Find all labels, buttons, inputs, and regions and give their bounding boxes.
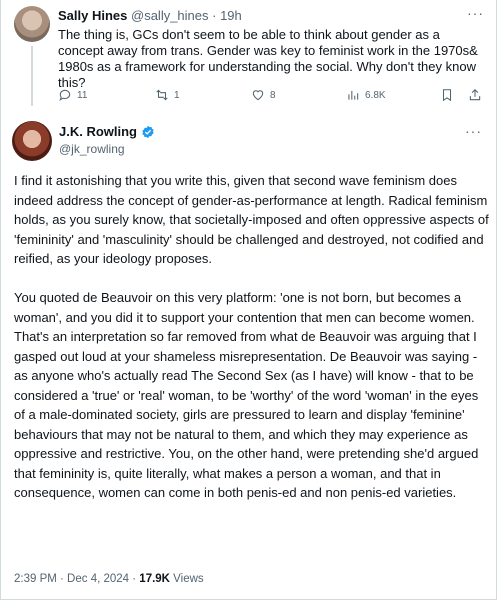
views-label: Views (169, 573, 204, 585)
tweet-thread: Sally Hines @sally_hines · 19h ··· The t… (0, 0, 497, 600)
bookmark-icon (442, 89, 452, 102)
parent-tweet[interactable]: Sally Hines @sally_hines · 19h ··· The t… (1, 0, 497, 112)
parent-tweet-header: Sally Hines @sally_hines · 19h (58, 8, 242, 23)
like-button[interactable]: 8 (251, 88, 276, 102)
avatar[interactable] (14, 6, 50, 42)
author-name-row: J.K. Rowling (59, 124, 155, 139)
views-count: 17.9K (139, 573, 170, 585)
views-count: 6.8K (365, 89, 386, 101)
parent-tweet-text: The thing is, GCs don't seem to be able … (58, 27, 478, 90)
reply-icon (59, 89, 71, 101)
author-name[interactable]: Sally Hines (58, 8, 127, 23)
repost-count: 1 (174, 89, 180, 101)
more-icon[interactable]: ··· (465, 123, 482, 139)
author-handle[interactable]: @jk_rowling (59, 142, 125, 156)
thread-connector-line (31, 46, 33, 106)
share-button[interactable] (468, 88, 482, 102)
tweet-time[interactable]: · 19h (212, 8, 242, 23)
tweet-paragraph: I find it astonishing that you write thi… (14, 173, 489, 266)
tweet-text: I find it astonishing that you write thi… (14, 171, 489, 503)
tweet-timestamp[interactable]: 2:39 PM · Dec 4, 2024 · (14, 573, 139, 585)
parent-tweet-actions: 11 1 8 6.8K (58, 88, 483, 106)
share-icon (469, 89, 481, 101)
heart-icon (252, 90, 264, 101)
verified-badge-icon[interactable] (141, 125, 155, 139)
more-icon[interactable]: ··· (467, 5, 484, 21)
repost-button[interactable]: 1 (155, 88, 180, 102)
author-name[interactable]: J.K. Rowling (59, 124, 137, 139)
author-handle[interactable]: @sally_hines (131, 8, 209, 23)
views-button[interactable]: 6.8K (346, 88, 386, 102)
repost-icon (156, 89, 168, 101)
avatar[interactable] (12, 121, 52, 161)
like-count: 8 (270, 89, 276, 101)
bookmark-button[interactable] (440, 88, 454, 102)
tweet-paragraph: You quoted de Beauvoir on this very plat… (14, 290, 479, 500)
reply-count: 11 (77, 89, 88, 101)
tweet-meta: 2:39 PM · Dec 4, 2024 · 17.9K Views (14, 573, 204, 585)
views-icon (348, 90, 359, 100)
reply-button[interactable]: 11 (58, 88, 87, 102)
